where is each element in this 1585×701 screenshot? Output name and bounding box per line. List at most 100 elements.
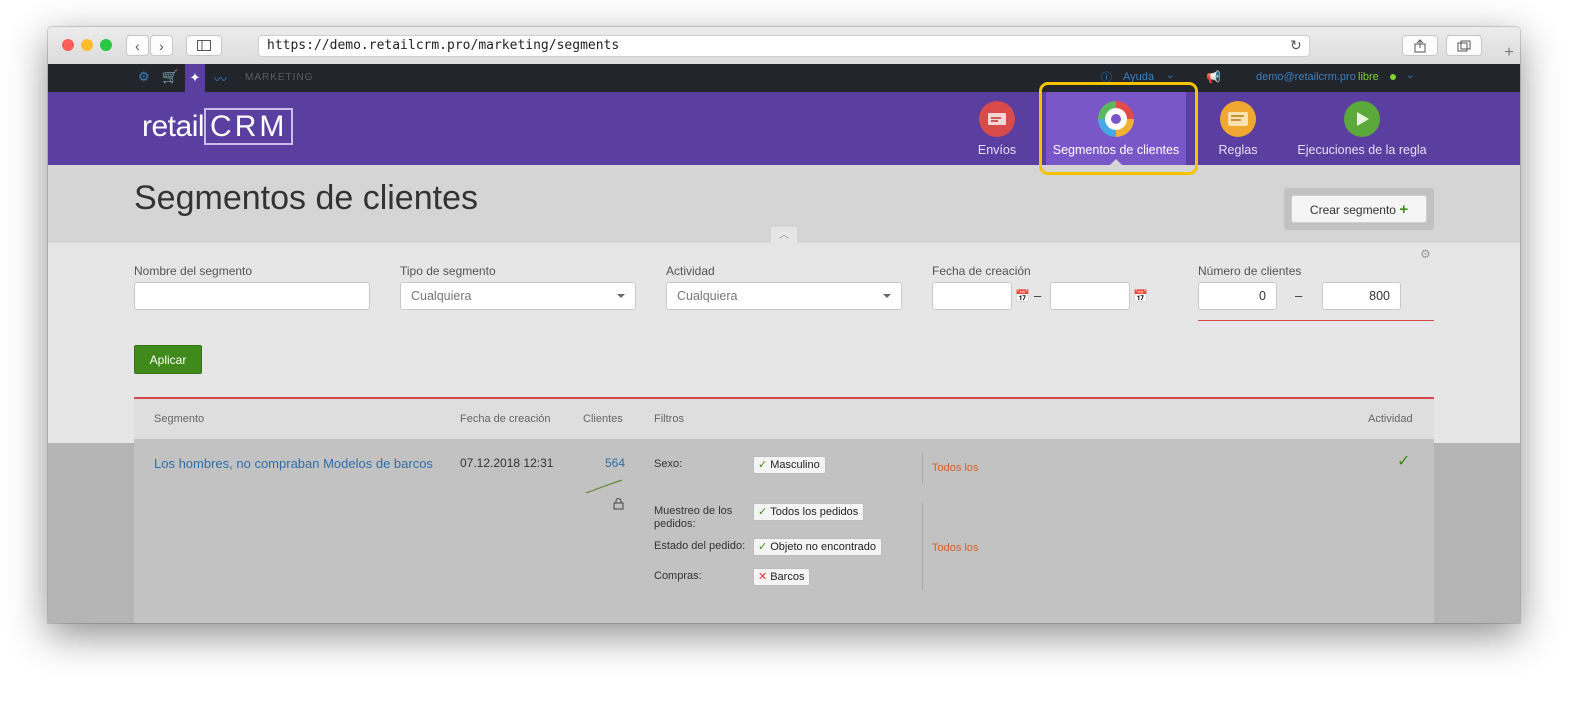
calendar-icon[interactable]: 📅 bbox=[1015, 289, 1030, 303]
filter-label: Muestreo de los pedidos: bbox=[654, 505, 733, 530]
column-header-date[interactable]: Fecha de creación bbox=[460, 413, 551, 425]
segment-type-select[interactable]: Cualquiera bbox=[400, 282, 636, 310]
create-segment-button[interactable]: Crear segmento + bbox=[1291, 195, 1427, 223]
share-icon bbox=[1414, 38, 1426, 52]
tabs-icon bbox=[1457, 40, 1471, 51]
caret-down-icon bbox=[883, 294, 891, 298]
nav-envios-label: Envíos bbox=[977, 143, 1017, 157]
check-icon: ✓ bbox=[758, 506, 768, 518]
back-button[interactable]: ‹ bbox=[126, 35, 149, 56]
segment-name-link[interactable]: Los hombres, no compraban Modelos de bar… bbox=[154, 456, 433, 471]
collapse-filters-toggle[interactable]: ︿ bbox=[771, 227, 797, 243]
reload-icon[interactable]: ↻ bbox=[1290, 37, 1302, 54]
rules-icon bbox=[1220, 101, 1256, 137]
tabs-button[interactable] bbox=[1446, 35, 1482, 56]
date-from-input[interactable] bbox=[932, 282, 1012, 310]
clients-range-separator: – bbox=[1295, 288, 1303, 303]
play-icon bbox=[1344, 101, 1380, 137]
nav-ejecuciones-label: Ejecuciones de la regla bbox=[1297, 143, 1427, 157]
segment-name-label: Nombre del segmento bbox=[134, 264, 253, 278]
filter-scope: Todos los bbox=[932, 462, 979, 474]
clients-min-input[interactable]: 0 bbox=[1198, 282, 1277, 310]
browser-window: ‹ › https://demo.retailcrm.pro/marketing… bbox=[48, 27, 1520, 623]
status-dot bbox=[1390, 74, 1396, 80]
main-content: Segmentos de clientes Crear segmento + ︿… bbox=[48, 165, 1520, 623]
segment-name-input[interactable] bbox=[134, 282, 370, 310]
column-header-activity: Actividad bbox=[1368, 413, 1413, 425]
date-range-separator: – bbox=[1034, 288, 1042, 303]
marketing-target-icon[interactable]: ✦ bbox=[185, 64, 205, 92]
chevron-left-icon: ‹ bbox=[135, 37, 140, 54]
cross-icon: ✕ bbox=[758, 571, 768, 583]
divider bbox=[922, 503, 923, 591]
check-icon: ✓ bbox=[758, 459, 768, 471]
user-status: libre bbox=[1358, 71, 1379, 83]
chevron-up-icon: ︿ bbox=[779, 230, 789, 241]
user-menu-chevron-icon[interactable]: ⌄ bbox=[1406, 70, 1414, 81]
clients-sparkline-icon bbox=[585, 479, 623, 494]
address-bar[interactable]: https://demo.retailcrm.pro/marketing/seg… bbox=[258, 35, 1310, 57]
filter-label: Estado del pedido: bbox=[654, 540, 746, 552]
cart-icon[interactable]: 🛒 bbox=[162, 69, 178, 85]
filter-tag: ✓ Todos los pedidos bbox=[753, 503, 865, 521]
nav-reglas-label: Reglas bbox=[1218, 143, 1258, 157]
announcements-icon[interactable]: 📢 bbox=[1206, 70, 1221, 84]
filter-label: Compras: bbox=[654, 570, 702, 582]
filter-tag: ✓ Objeto no encontrado bbox=[753, 538, 883, 556]
filter-settings-gear-icon[interactable]: ⚙ bbox=[1420, 247, 1431, 261]
divider bbox=[922, 454, 923, 484]
analytics-icon[interactable]: 〰 bbox=[214, 69, 227, 88]
creation-date-label: Fecha de creación bbox=[932, 264, 1031, 278]
segment-created-date: 07.12.2018 12:31 bbox=[460, 456, 554, 470]
new-tab-button[interactable]: + bbox=[1498, 42, 1520, 64]
title-area: Segmentos de clientes Crear segmento + ︿ bbox=[48, 165, 1520, 243]
share-button[interactable] bbox=[1402, 35, 1438, 56]
clients-max-input[interactable]: 800 bbox=[1322, 282, 1401, 310]
clients-count-label: Número de clientes bbox=[1198, 264, 1302, 278]
chevron-down-icon[interactable]: ⌄ bbox=[1166, 70, 1174, 81]
filter-tag: ✕ Barcos bbox=[753, 568, 811, 586]
nav-envios[interactable]: Envíos bbox=[964, 92, 1030, 165]
sidebar-toggle-button[interactable] bbox=[186, 35, 222, 56]
retailcrm-logo[interactable]: retail CRM bbox=[142, 108, 294, 145]
create-segment-wrapper: Crear segmento + bbox=[1284, 188, 1434, 230]
sidebar-icon bbox=[197, 40, 211, 51]
browser-toolbar: ‹ › https://demo.retailcrm.pro/marketing… bbox=[48, 27, 1520, 65]
caret-down-icon bbox=[617, 294, 625, 298]
activity-select[interactable]: Cualquiera bbox=[666, 282, 902, 310]
nav-ejecuciones[interactable]: Ejecuciones de la regla bbox=[1296, 92, 1428, 165]
forward-button[interactable]: › bbox=[150, 35, 173, 56]
table-header: Segmento Fecha de creación Clientes Filt… bbox=[134, 399, 1434, 439]
segment-clients-count[interactable]: 564 bbox=[605, 456, 625, 470]
date-to-input[interactable] bbox=[1050, 282, 1130, 310]
range-slider-track[interactable] bbox=[1198, 320, 1434, 321]
filter-scope: Todos los bbox=[932, 542, 979, 554]
app-header: retail CRM Envíos Segmentos de clientes R… bbox=[48, 92, 1520, 165]
section-name: MARKETING bbox=[245, 72, 314, 83]
filter-tag: ✓ Masculino bbox=[753, 456, 826, 474]
user-email[interactable]: demo@retailcrm.pro bbox=[1256, 71, 1356, 83]
column-header-segment[interactable]: Segmento bbox=[154, 413, 204, 425]
nav-reglas[interactable]: Reglas bbox=[1208, 92, 1268, 165]
close-window-button[interactable] bbox=[62, 39, 74, 51]
column-header-filters: Filtros bbox=[654, 413, 684, 425]
segment-type-label: Tipo de segmento bbox=[400, 264, 496, 278]
plus-icon: + bbox=[1399, 200, 1409, 218]
calendar-icon[interactable]: 📅 bbox=[1133, 289, 1148, 303]
plus-icon: + bbox=[1504, 44, 1514, 61]
highlight-frame bbox=[1039, 82, 1198, 175]
app-topbar: ⚙ 🛒 ✦ 〰 MARKETING ⓘ Ayuda ⌄ 📢 demo@retai… bbox=[48, 64, 1520, 92]
activity-label: Actividad bbox=[666, 264, 715, 278]
active-checkmark-icon: ✓ bbox=[1397, 453, 1411, 470]
check-icon: ✓ bbox=[758, 541, 768, 553]
minimize-window-button[interactable] bbox=[81, 39, 93, 51]
maximize-window-button[interactable] bbox=[100, 39, 112, 51]
mail-icon bbox=[979, 101, 1015, 137]
lock-icon bbox=[613, 498, 624, 510]
segments-table: Segmento Fecha de creación Clientes Filt… bbox=[134, 397, 1434, 623]
page-title: Segmentos de clientes bbox=[134, 179, 478, 217]
settings-gear-icon[interactable]: ⚙ bbox=[138, 69, 150, 85]
column-header-clients[interactable]: Clientes bbox=[583, 413, 623, 425]
chevron-right-icon: › bbox=[159, 37, 164, 54]
apply-filters-button[interactable]: Aplicar bbox=[134, 345, 202, 374]
